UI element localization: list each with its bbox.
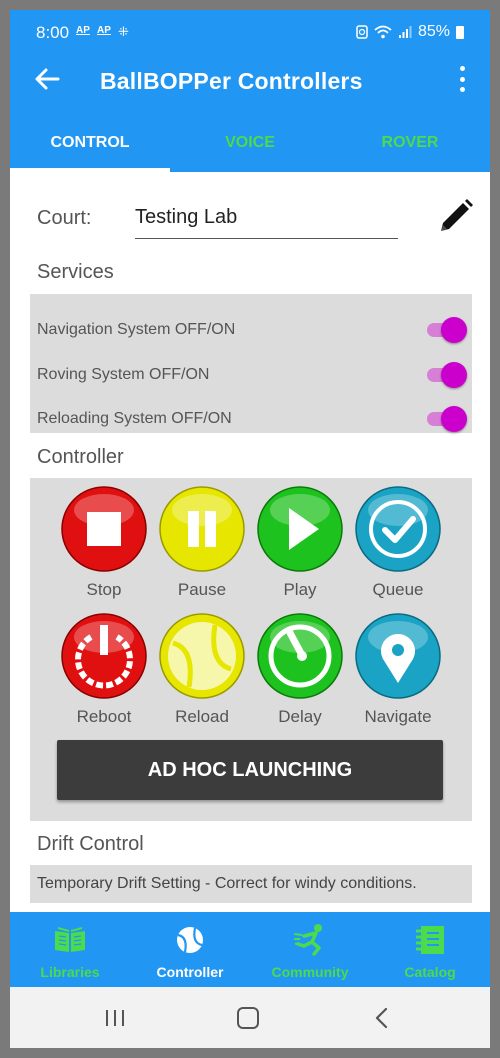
roving-toggle[interactable] xyxy=(427,362,467,388)
nav-controller[interactable]: Controller xyxy=(130,912,250,987)
court-input[interactable]: Testing Lab xyxy=(135,203,398,239)
drift-panel: Temporary Drift Setting - Correct for wi… xyxy=(30,865,472,903)
overflow-menu-icon[interactable] xyxy=(454,66,470,92)
service-row-roving: Roving System OFF/ON xyxy=(37,360,467,390)
back-arrow-icon[interactable] xyxy=(32,64,62,94)
wifi-icon xyxy=(374,25,392,39)
system-back-icon[interactable] xyxy=(372,1007,392,1029)
dots-grid-icon: ⁜ xyxy=(118,24,129,39)
reboot-label: Reboot xyxy=(76,707,132,726)
adhoc-launching-button[interactable]: AD HOC LAUNCHING xyxy=(57,740,443,800)
tennis-ball-icon xyxy=(159,613,245,699)
sync-icon xyxy=(356,25,368,39)
pencil-icon[interactable] xyxy=(435,197,475,237)
status-icons: 85% xyxy=(356,23,464,41)
status-bar: 8:00 AP AP ⁜ 85% xyxy=(10,10,490,44)
delay-button[interactable]: Delay xyxy=(253,613,347,727)
controller-title: Controller xyxy=(37,446,124,468)
pause-label: Pause xyxy=(177,580,227,599)
delay-label: Delay xyxy=(278,707,322,726)
ap-notification-icon: AP xyxy=(76,25,90,36)
queue-button[interactable]: Queue xyxy=(351,486,445,600)
nav-libraries-label: Libraries xyxy=(40,964,100,980)
bottom-navigation: Libraries Controller Community Catalog xyxy=(10,912,490,987)
app-bar: BallBOPPer Controllers xyxy=(10,44,490,114)
home-icon[interactable] xyxy=(237,1007,259,1029)
navigation-toggle[interactable] xyxy=(427,317,467,343)
power-icon xyxy=(61,613,147,699)
service-row-navigation: Navigation System OFF/ON xyxy=(37,315,467,345)
play-button[interactable]: Play xyxy=(253,486,347,600)
pause-icon xyxy=(159,486,245,572)
nav-catalog-label: Catalog xyxy=(404,964,456,980)
tennis-ball-icon xyxy=(177,927,203,953)
service-label: Reloading System OFF/ON xyxy=(37,410,232,427)
timer-icon xyxy=(257,613,343,699)
drift-control-title: Drift Control xyxy=(37,833,144,855)
play-icon xyxy=(257,486,343,572)
nav-community-label: Community xyxy=(271,964,349,980)
service-label: Navigation System OFF/ON xyxy=(37,321,236,338)
ap-notification-icon: AP xyxy=(97,25,111,36)
tab-rover[interactable]: ROVER xyxy=(330,114,490,172)
services-title: Services xyxy=(37,261,114,283)
app-screen: 8:00 AP AP ⁜ 85% BallBOPPer Controllers … xyxy=(10,10,490,1048)
check-icon xyxy=(355,486,441,572)
stop-button[interactable]: Stop xyxy=(57,486,151,600)
court-label: Court: xyxy=(37,207,92,229)
queue-label: Queue xyxy=(372,580,424,599)
recent-apps-icon[interactable] xyxy=(104,1009,126,1027)
runner-icon xyxy=(293,924,322,956)
navigate-button[interactable]: Navigate xyxy=(351,613,445,727)
status-time: 8:00 xyxy=(36,23,70,42)
system-navigation-bar xyxy=(10,987,490,1048)
reloading-toggle[interactable] xyxy=(427,406,467,432)
nav-community[interactable]: Community xyxy=(250,912,370,987)
stop-icon xyxy=(61,486,147,572)
pause-button[interactable]: Pause xyxy=(155,486,249,600)
service-label: Roving System OFF/ON xyxy=(37,366,210,383)
service-row-reloading: Reloading System OFF/ON xyxy=(37,404,467,434)
location-pin-icon xyxy=(355,613,441,699)
navigate-label: Navigate xyxy=(364,707,432,726)
nav-catalog[interactable]: Catalog xyxy=(370,912,490,987)
page-title: BallBOPPer Controllers xyxy=(100,68,363,94)
play-label: Play xyxy=(283,580,317,599)
nav-controller-label: Controller xyxy=(156,964,224,980)
battery-icon xyxy=(456,25,464,39)
reload-label: Reload xyxy=(175,707,229,726)
reload-button[interactable]: Reload xyxy=(155,613,249,727)
signal-icon xyxy=(398,26,412,38)
reboot-button[interactable]: Reboot xyxy=(57,613,151,727)
drift-setting-label: Temporary Drift Setting - Correct for wi… xyxy=(37,875,417,892)
controller-panel: Stop Pause Play Queue Reboot Reload Dela… xyxy=(30,478,472,821)
tab-control[interactable]: CONTROL xyxy=(10,114,170,172)
nav-libraries[interactable]: Libraries xyxy=(10,912,130,987)
tab-bar: CONTROL VOICE ROVER xyxy=(10,114,490,172)
battery-percent: 85% xyxy=(417,23,450,40)
services-panel: Navigation System OFF/ON Roving System O… xyxy=(30,294,472,433)
stop-label: Stop xyxy=(86,580,122,599)
catalog-icon xyxy=(416,926,444,954)
tab-voice[interactable]: VOICE xyxy=(170,114,330,172)
book-icon xyxy=(55,927,85,952)
